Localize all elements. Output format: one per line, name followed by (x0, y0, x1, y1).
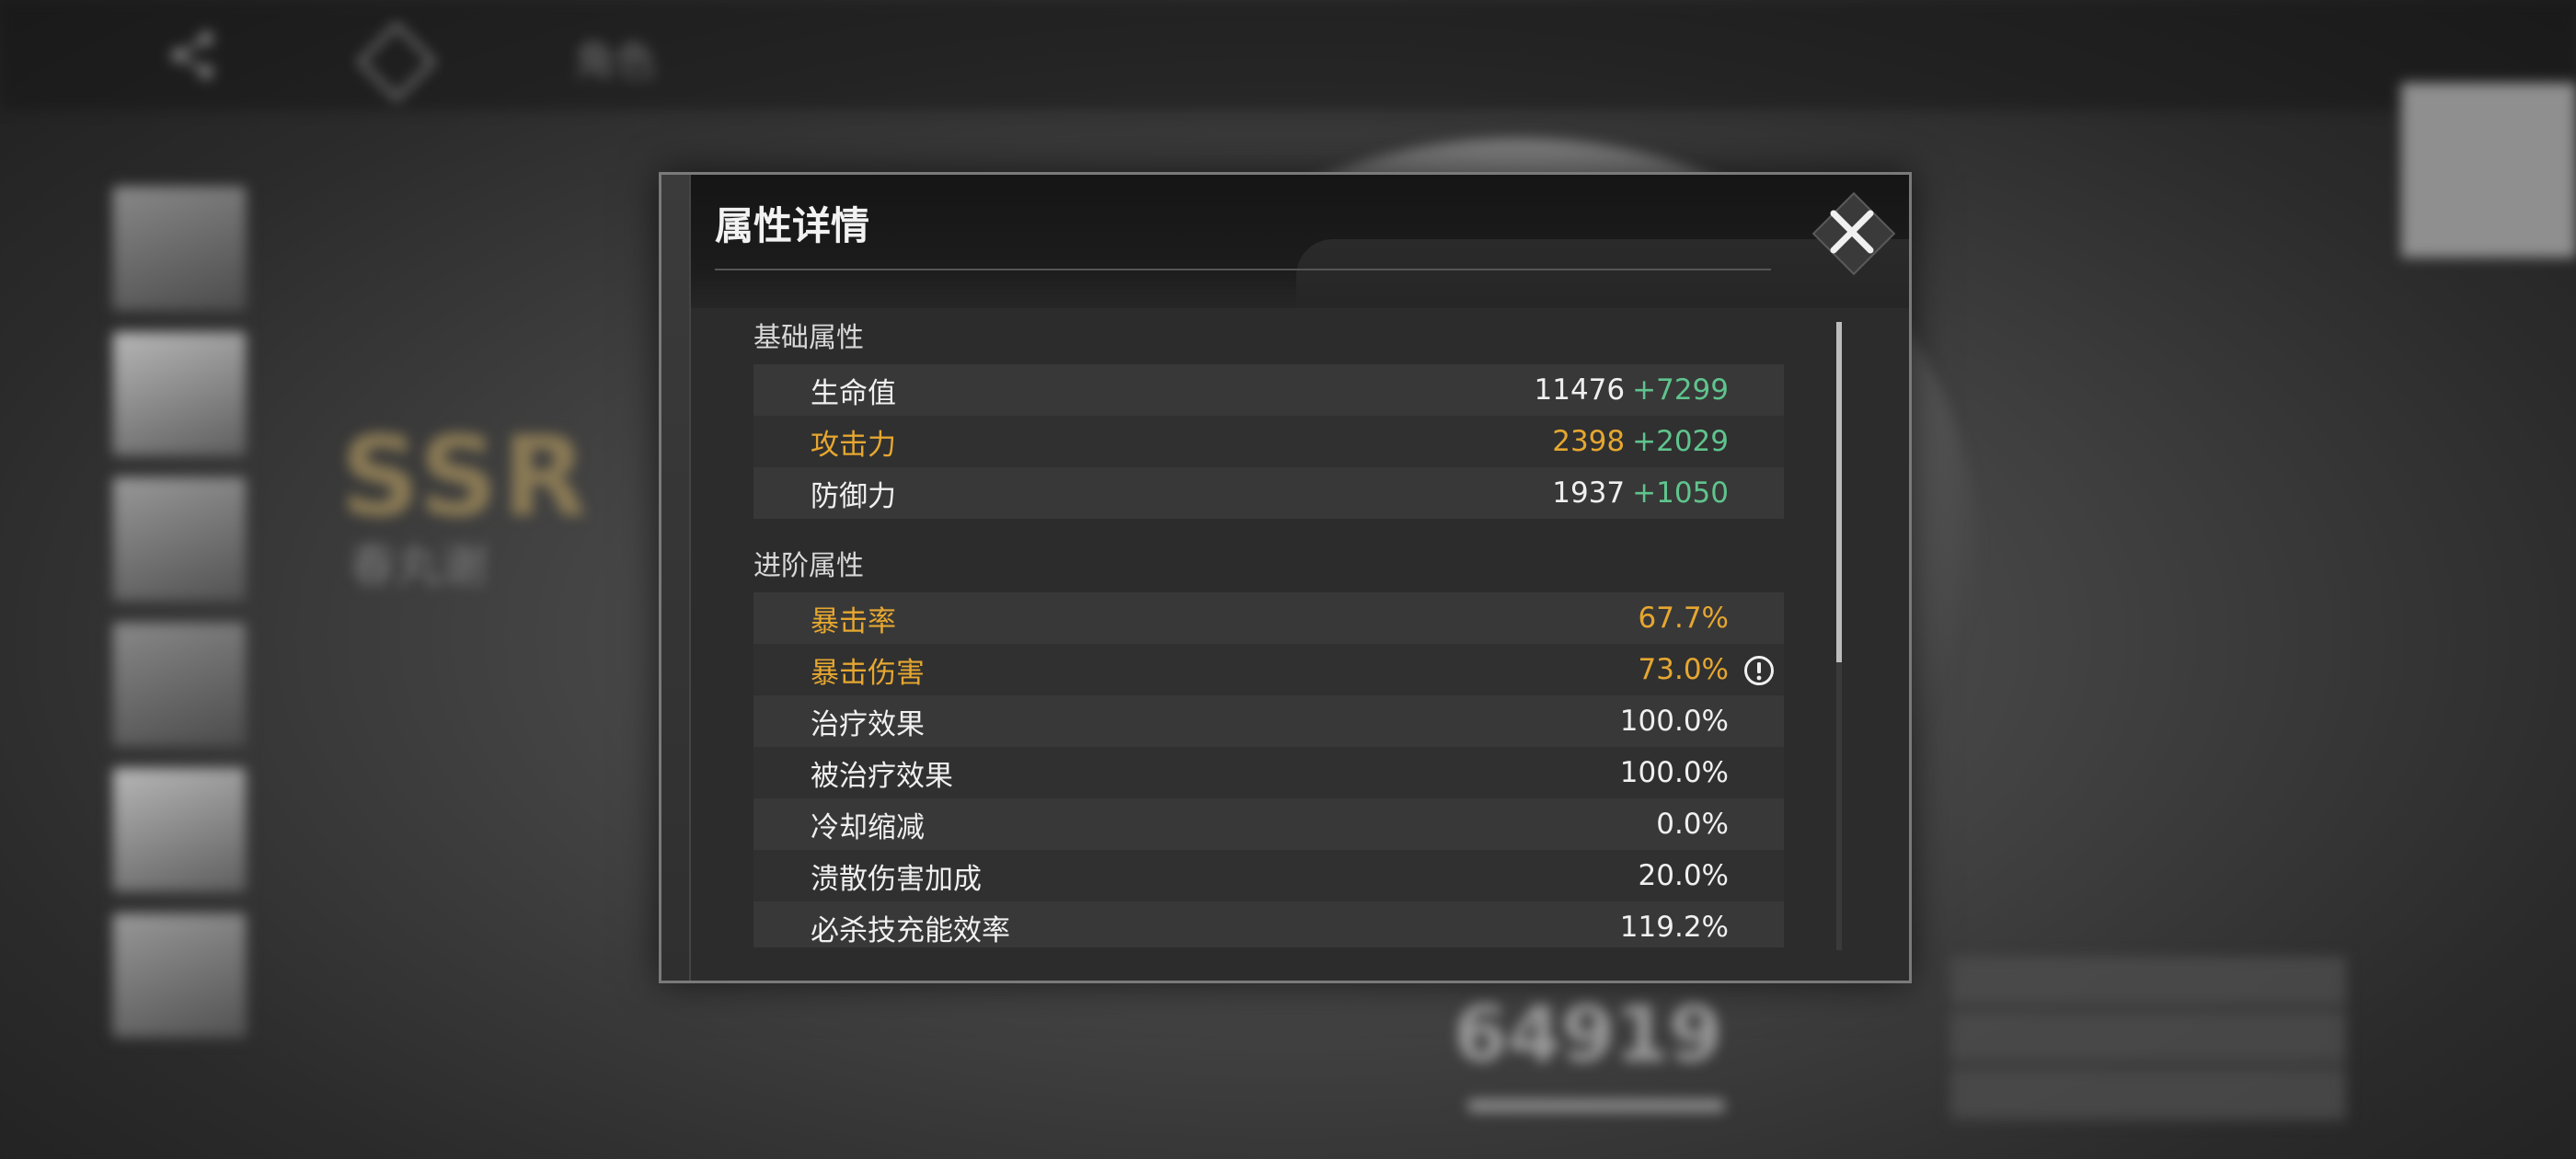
attribute-list[interactable]: 基础属性 生命值 11476 +7299 攻击力 2398 +2029 防御力 19… (753, 313, 1784, 947)
scrollbar-thumb[interactable] (1836, 322, 1842, 662)
attribute-name: 暴击伤害 (811, 656, 925, 690)
attribute-bonus: +2029 (1632, 425, 1729, 458)
attribute-name: 被治疗效果 (811, 759, 953, 793)
attribute-base: 1937 (1552, 476, 1626, 510)
attribute-row-attack: 攻击力 2398 +2029 (753, 416, 1784, 467)
attribute-base: 0.0% (1656, 808, 1729, 841)
character-list (110, 184, 248, 1056)
attribute-base: 119.2% (1619, 911, 1729, 944)
attribute-base: 2398 (1552, 425, 1626, 458)
close-icon (1830, 210, 1874, 254)
attribute-name: 暴击率 (811, 604, 896, 638)
attribute-name: 溃散伤害加成 (811, 862, 982, 896)
character-avatar (110, 184, 248, 313)
attribute-details-dialog: 属性详情 基础属性 生命值 11476 +7299 攻击力 2398 +2029 防… (659, 172, 1912, 983)
attribute-name: 冷却缩减 (811, 810, 925, 844)
scrollbar[interactable] (1836, 322, 1842, 950)
attribute-row-crit-rate: 暴击率 67.7% (753, 592, 1784, 644)
attribute-row-crit-damage: 暴击伤害 73.0% (753, 644, 1784, 695)
attribute-base: 100.0% (1619, 756, 1729, 789)
attribute-row-defense: 防御力 1937 +1050 (753, 467, 1784, 519)
title-divider (715, 269, 1771, 270)
attribute-row-ultimate-charge: 必杀技充能效率 119.2% (753, 901, 1784, 947)
exp-bar (1467, 1099, 1725, 1112)
attribute-base: 11476 (1534, 373, 1626, 407)
attribute-row-healing: 治疗效果 100.0% (753, 695, 1784, 747)
attribute-name: 治疗效果 (811, 707, 925, 741)
attribute-bonus: +1050 (1632, 476, 1729, 510)
attribute-row-cooldown: 冷却缩减 0.0% (753, 798, 1784, 850)
attribute-bonus: +7299 (1632, 373, 1729, 407)
stats-panel (1950, 957, 2346, 1122)
section-label-basic: 基础属性 (753, 322, 864, 354)
power-value: 64919 (1454, 989, 1723, 1079)
character-avatar (110, 911, 248, 1039)
character-name: 春丸谢 (350, 539, 488, 592)
attribute-name: 防御力 (811, 479, 896, 513)
attribute-name: 必杀技充能效率 (811, 913, 1010, 947)
attribute-base: 73.0% (1638, 653, 1729, 686)
rarity-label: SSR (340, 414, 591, 542)
attribute-row-hp: 生命值 11476 +7299 (753, 364, 1784, 416)
character-avatar (110, 329, 248, 458)
share-icon (171, 31, 213, 79)
attribute-row-healing-received: 被治疗效果 100.0% (753, 747, 1784, 798)
dialog-left-strip (661, 175, 691, 981)
character-avatar (110, 765, 248, 894)
character-avatar (110, 620, 248, 749)
alert-info-icon[interactable] (1743, 655, 1775, 686)
dialog-title: 属性详情 (715, 203, 870, 248)
attribute-row-break-damage: 溃散伤害加成 20.0% (753, 850, 1784, 901)
attribute-base: 20.0% (1638, 859, 1729, 892)
attribute-name: 攻击力 (811, 428, 896, 462)
attribute-name: 生命值 (811, 376, 896, 410)
side-tab (2401, 83, 2576, 258)
section-label-advanced: 进阶属性 (753, 550, 864, 582)
attribute-base: 67.7% (1638, 602, 1729, 635)
attribute-base: 100.0% (1619, 705, 1729, 738)
character-avatar (110, 475, 248, 603)
nav-title: 角色 (575, 38, 656, 85)
close-button[interactable] (1811, 191, 1896, 276)
